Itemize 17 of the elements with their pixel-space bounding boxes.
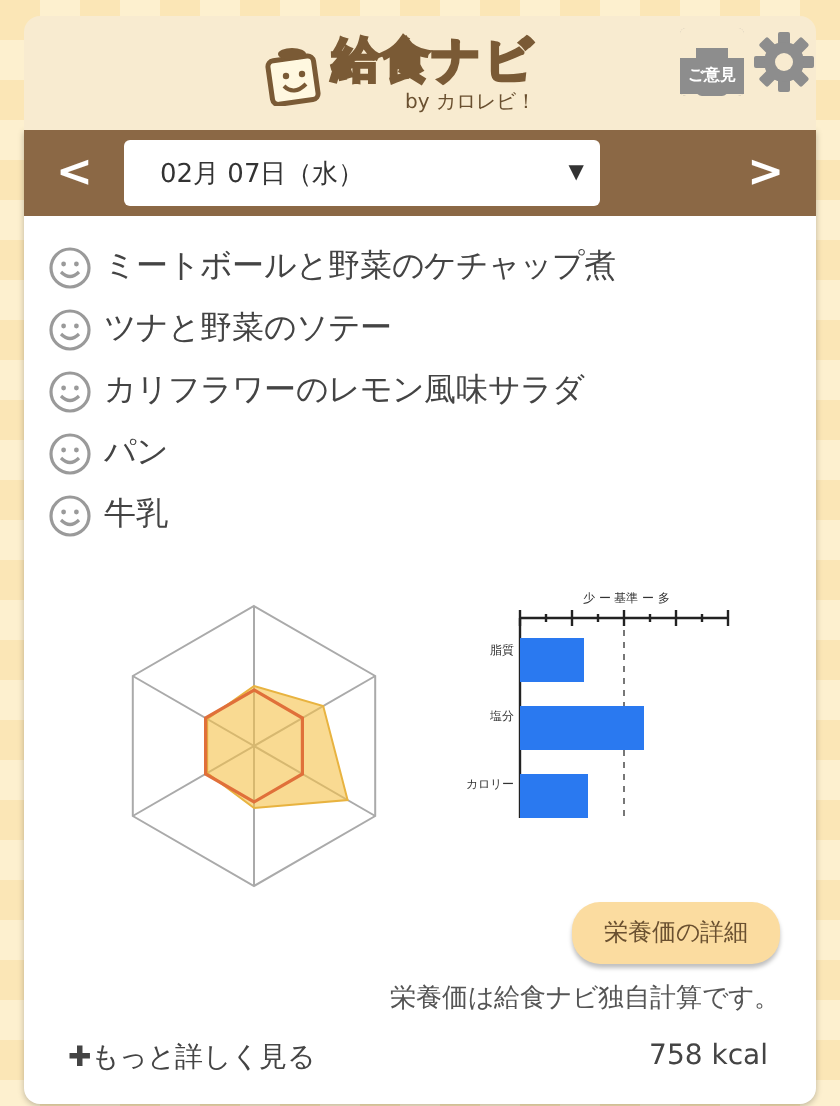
smiley-icon bbox=[48, 431, 92, 475]
more-details-link[interactable]: ✚もっと詳しく見る bbox=[68, 1040, 316, 1076]
smiley-icon bbox=[48, 245, 92, 289]
smiley-icon bbox=[48, 369, 92, 413]
date-dropdown[interactable]: 02月 07日（水） ▼ bbox=[124, 140, 600, 206]
settings-icon[interactable] bbox=[752, 30, 816, 94]
smiley-icon bbox=[48, 307, 92, 351]
app-logo: 給食ナビ bbox=[332, 31, 536, 87]
feedback-button[interactable]: ご意見 bbox=[680, 28, 744, 96]
next-day-button[interactable]: > bbox=[735, 148, 796, 198]
nutrition-details-button[interactable]: 栄養価の詳細 bbox=[572, 902, 780, 964]
calorie-total: 758 kcal bbox=[649, 1040, 768, 1076]
caret-icon: ▼ bbox=[568, 162, 584, 184]
smiley-icon bbox=[48, 493, 92, 537]
logo-byline: by カロレビ！ bbox=[405, 89, 536, 115]
previous-day-button[interactable]: < bbox=[44, 148, 105, 198]
note-text: 栄養価は給食ナビ独自計算です。 bbox=[390, 982, 780, 1016]
